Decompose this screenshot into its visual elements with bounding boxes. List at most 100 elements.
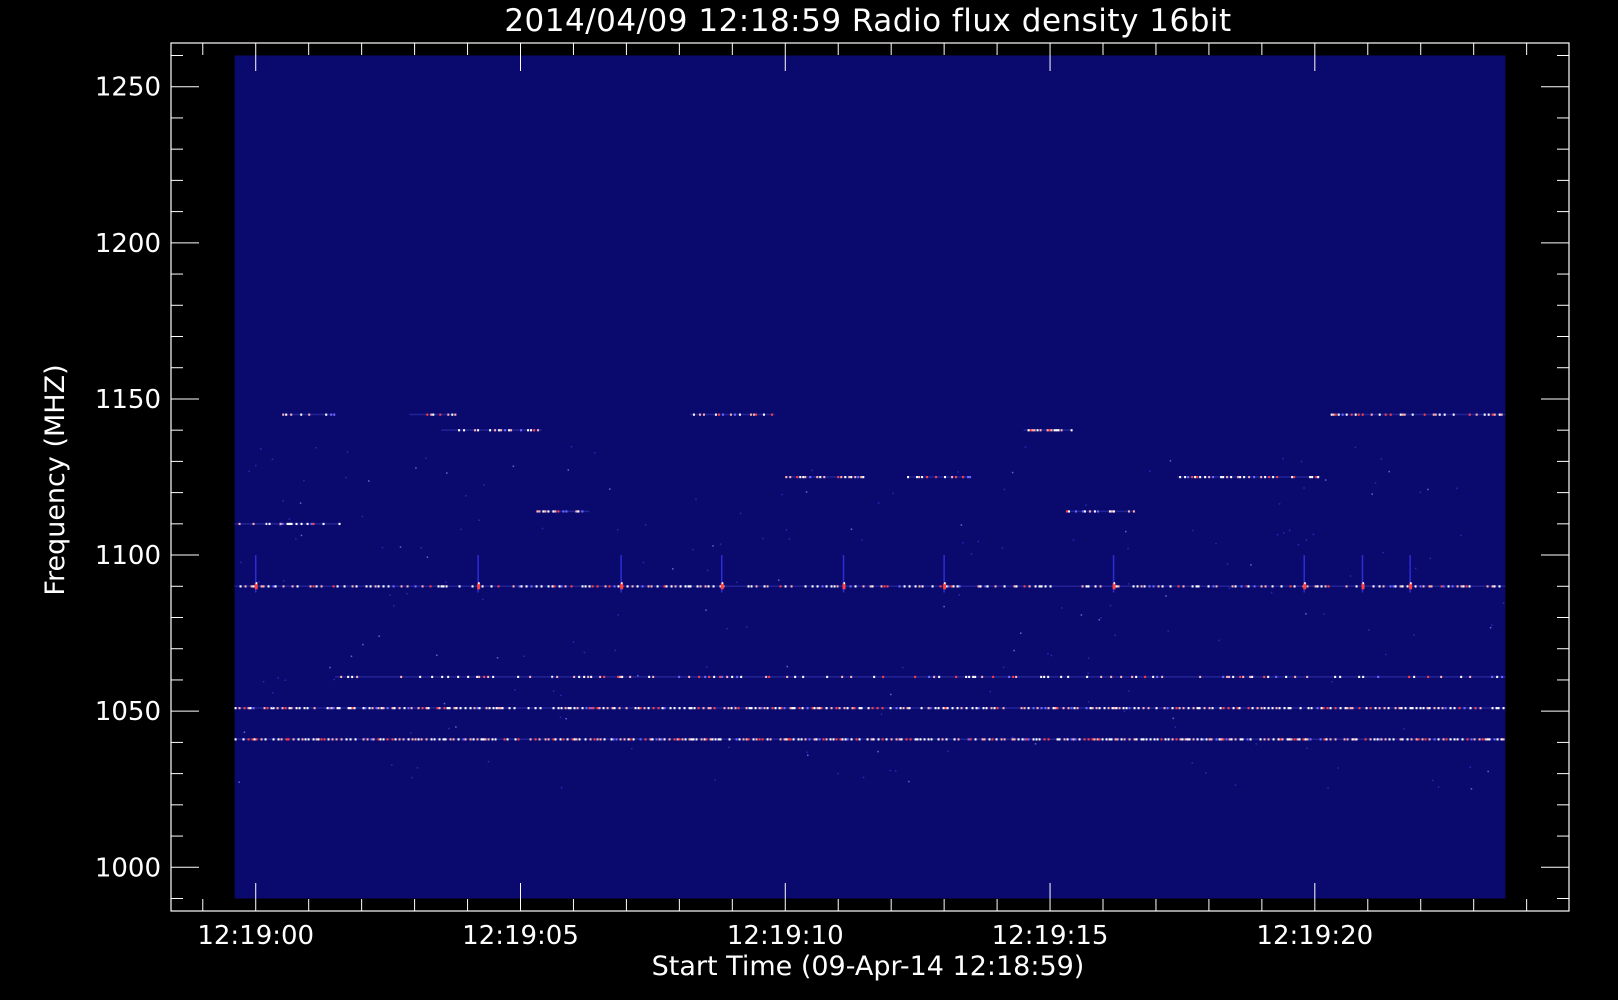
band-pixel <box>1355 738 1358 741</box>
band-pixel <box>702 707 705 710</box>
band-pixel <box>1128 738 1131 741</box>
band-pixel <box>1135 738 1138 741</box>
speckle <box>1165 595 1167 597</box>
band-pixel <box>238 707 241 710</box>
band-pixel <box>984 585 987 588</box>
band-pixel <box>779 585 782 588</box>
band-pixel <box>1327 585 1330 588</box>
band-pixel <box>1428 707 1431 710</box>
band-pixel <box>742 738 745 741</box>
band-pixel <box>846 738 849 741</box>
speckle <box>455 726 457 728</box>
band-pixel <box>721 413 724 416</box>
band-pixel <box>690 707 693 710</box>
band-pixel <box>406 585 409 588</box>
band-pixel <box>438 738 441 741</box>
band-pixel <box>786 675 789 679</box>
band-pixel <box>467 675 470 679</box>
band-pixel <box>1096 510 1099 513</box>
band-pixel <box>1122 707 1125 710</box>
band-pixel <box>432 413 435 416</box>
band-pixel <box>1218 738 1221 741</box>
band-pixel <box>552 707 555 710</box>
band-pixel <box>330 707 333 710</box>
band-pixel <box>657 707 660 710</box>
speckle <box>258 581 260 583</box>
speckle <box>284 679 287 682</box>
speckle <box>1020 632 1022 634</box>
speckle <box>262 680 265 683</box>
band-pixel <box>1067 510 1070 513</box>
band-pixel <box>873 675 876 679</box>
band-pixel <box>1195 585 1198 588</box>
speckle <box>523 655 525 657</box>
band-pixel <box>508 429 511 432</box>
speckle <box>1061 607 1063 609</box>
band-pixel <box>1473 738 1476 741</box>
band-pixel <box>967 476 970 479</box>
band-pixel <box>1107 707 1110 710</box>
band-pixel <box>469 707 472 710</box>
speckle <box>361 515 364 518</box>
band-pixel <box>1040 585 1043 588</box>
band-pixel <box>1197 585 1200 588</box>
speckle <box>642 561 645 564</box>
band-pixel <box>1502 738 1505 741</box>
chart-canvas: 2014/04/09 12:18:59 Radio flux density 1… <box>0 0 1618 1000</box>
speckle <box>1282 457 1285 460</box>
band-pixel <box>1060 675 1063 679</box>
band-pixel <box>1256 707 1259 710</box>
band-pixel <box>968 675 971 679</box>
band-pixel <box>1343 738 1346 741</box>
band-pixel <box>1415 738 1418 741</box>
band-pixel <box>1275 707 1278 710</box>
band-pixel <box>1380 738 1383 741</box>
band-pixel <box>1376 738 1379 741</box>
band-pixel <box>755 738 758 741</box>
band-pixel <box>763 585 766 588</box>
band-pixel <box>320 738 323 741</box>
band-pixel <box>1326 707 1329 710</box>
band-pixel <box>234 738 237 741</box>
band-pixel <box>1378 585 1381 588</box>
band-pixel <box>427 707 430 710</box>
band-pixel <box>260 585 263 588</box>
band-pixel <box>944 476 947 479</box>
band-pixel <box>916 476 919 479</box>
band-pixel <box>1247 585 1250 588</box>
band-pixel <box>1128 707 1131 710</box>
band-pixel <box>1280 585 1283 588</box>
band-pixel <box>244 585 247 588</box>
band-pixel <box>1098 707 1101 710</box>
band-pixel <box>733 413 736 416</box>
speckle <box>1255 743 1257 745</box>
band-pixel <box>1478 738 1481 741</box>
band-pixel <box>1108 510 1111 513</box>
band-pixel <box>787 738 790 741</box>
speckle <box>1371 493 1373 495</box>
band-pixel <box>1085 585 1088 588</box>
band-pixel <box>591 585 594 588</box>
band-pixel <box>1452 413 1455 416</box>
band-pixel <box>697 707 700 710</box>
speckle <box>446 472 448 474</box>
band-pixel <box>371 707 374 710</box>
band-pixel <box>1488 738 1491 741</box>
speckle <box>583 651 586 654</box>
speckle <box>243 731 246 734</box>
band-pixel <box>1470 738 1473 741</box>
band-pixel <box>503 738 506 741</box>
speckle <box>1470 788 1473 790</box>
band-pixel <box>573 707 576 710</box>
band-pixel <box>1149 738 1152 741</box>
speckle <box>496 657 499 659</box>
band-pixel <box>705 738 708 741</box>
band-pixel <box>1465 585 1468 588</box>
band-pixel <box>695 738 698 741</box>
band-pixel <box>1239 675 1242 679</box>
burst-core <box>842 583 846 590</box>
band-pixel <box>536 510 539 513</box>
band-pixel <box>797 738 800 741</box>
speckle <box>1427 709 1429 711</box>
band-pixel <box>377 585 380 588</box>
